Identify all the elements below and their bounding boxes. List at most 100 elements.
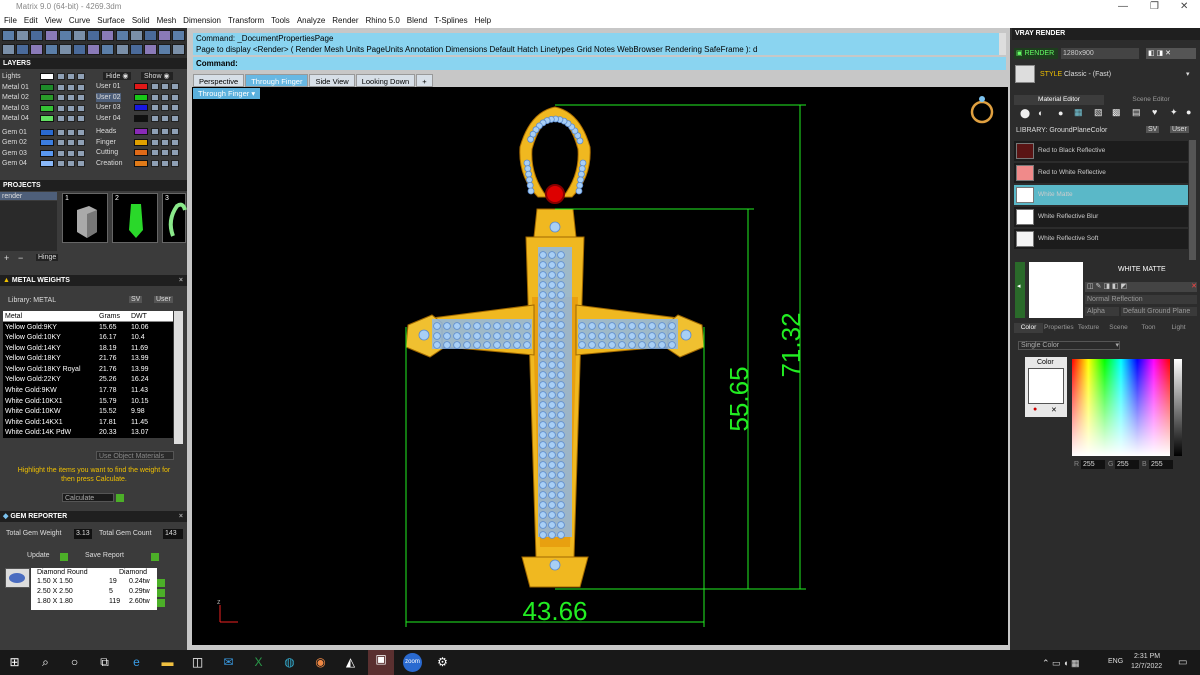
lock-icon[interactable] [57,115,65,122]
bulb-icon[interactable] [77,104,85,112]
material-subtab[interactable]: Texture [1074,323,1103,333]
search-icon[interactable]: ⌕ [36,653,55,672]
tile-icon[interactable]: ▩ [1112,107,1121,118]
material-subtab[interactable]: Scene [1104,323,1133,333]
material-list-scrollbar[interactable] [1189,140,1196,260]
use-object-materials-checkbox[interactable]: Use Object Materials [96,451,174,460]
toolbar-icon[interactable] [172,30,186,41]
material-item[interactable]: White Reflective Blur [1014,207,1188,227]
material-subtab[interactable]: Color [1014,323,1043,333]
bulb-icon[interactable] [171,159,179,167]
clock-time[interactable]: 2:31 PM [1134,653,1160,660]
layer-color-swatch[interactable] [134,128,148,135]
layer-color-swatch[interactable] [134,93,148,101]
layer-name[interactable]: User 01 [96,82,121,91]
layer-name[interactable]: Finger [96,138,116,147]
layer-color-swatch[interactable] [134,104,148,111]
table-row[interactable]: Yellow Gold:18KY 21.76 13.99 [3,353,173,364]
user-button[interactable]: User [154,296,173,303]
layer-name[interactable]: Lights [2,72,21,81]
show-button[interactable]: Show ◉ [141,72,173,80]
toolbar-icon[interactable] [101,44,115,55]
material-item[interactable]: Red to Black Reflective [1014,141,1188,161]
lock-icon[interactable] [57,94,65,101]
drop-outline-icon[interactable]: ◐ [1038,108,1043,118]
gem-row-go-icon[interactable] [157,589,165,597]
bulb-icon[interactable] [171,83,179,90]
material-subtab[interactable]: Toon [1134,323,1163,333]
lock-icon[interactable] [57,128,65,136]
project-thumb-1[interactable]: 1 [62,193,108,243]
rgb-input[interactable]: 255 [1081,460,1105,469]
maximize-icon[interactable]: ❐ [1150,0,1159,14]
skype-icon[interactable]: ◍ [280,653,299,672]
menu-item[interactable]: Help [475,14,491,28]
mail-icon[interactable]: ✉ [219,653,238,672]
bulb-icon[interactable] [77,128,85,136]
menu-item[interactable]: Edit [24,14,38,28]
render-tools-icon[interactable]: ◧ ◨ ✕ [1146,48,1196,59]
viewport-tab[interactable]: Perspective [193,74,245,87]
viewport-tab[interactable]: Through Finger [245,74,309,87]
panel-close-icon[interactable]: × [179,275,183,286]
toolbar-icon[interactable] [44,30,58,41]
remove-project-icon[interactable]: − [18,253,23,263]
system-tray-icons[interactable]: ⌃ ▭ ◖ ▦ [1042,658,1080,669]
table-row[interactable]: White Gold:9KW 17.78 11.43 [3,385,173,396]
toolbar-icon[interactable] [30,44,44,55]
menu-item[interactable]: Transform [228,14,264,28]
viewport-tab[interactable]: Looking Down [355,74,416,87]
color-picker-field[interactable] [1072,359,1170,456]
language-indicator[interactable]: ENG [1108,658,1123,665]
style-dropdown-icon[interactable]: ▾ [1186,70,1190,78]
layer-name[interactable]: Gem 03 [2,149,27,158]
menu-item[interactable]: Blend [407,14,427,28]
store-icon[interactable]: ◫ [188,653,207,672]
layer-name[interactable]: Gem 01 [2,128,27,137]
command-input[interactable]: Command: [193,57,1006,70]
color-mode-select[interactable]: Single Color ▾ [1018,341,1120,350]
menu-item[interactable]: File [4,14,17,28]
hinge-button[interactable]: Hinge [36,254,59,261]
table-row[interactable]: Yellow Gold:18KY Royal 21.76 13.99 [3,363,173,375]
excel-icon[interactable]: X [249,653,268,672]
bulb-icon[interactable] [77,94,85,101]
table-row[interactable]: White Gold:10KX1 15.79 10.15 [3,395,173,407]
layer-name[interactable]: Gem 04 [2,159,27,168]
edge-icon[interactable]: e [127,653,146,672]
bulb-icon[interactable] [77,139,85,146]
gem-row-go-icon[interactable] [157,599,165,607]
layer-color-swatch[interactable] [134,114,148,122]
toolbar-icon[interactable] [158,44,172,55]
eye-icon[interactable] [67,160,75,167]
material-grid-icon[interactable]: ▦ [1074,107,1083,118]
calculate-go-icon[interactable] [116,494,124,502]
toolbar-icon[interactable] [101,30,115,41]
heart-icon[interactable]: ♥ [1152,107,1157,117]
layer-color-swatch[interactable] [134,83,148,90]
eye-icon[interactable] [161,83,169,90]
tab-scene-editor[interactable]: Scene Editor [1106,95,1196,105]
layer-name[interactable]: Metal 02 [2,93,29,102]
eyedropper-icon[interactable]: ● [1033,406,1037,413]
bulb-icon[interactable] [171,149,179,156]
eye-icon[interactable] [161,138,169,146]
menu-item[interactable]: View [45,14,62,28]
material-item[interactable]: White Reflective Soft [1014,229,1188,249]
lock-icon[interactable] [151,159,159,167]
notification-icon[interactable]: ▭ [1178,657,1187,668]
lock-icon[interactable] [151,83,159,90]
layer-name[interactable]: Creation [96,159,122,168]
toolbar-icon[interactable] [87,30,101,41]
layer-name[interactable]: Cutting [96,148,118,157]
eye-icon[interactable] [161,159,169,167]
toolbar-icon[interactable] [30,30,44,41]
toolbar-icon[interactable] [16,44,30,55]
drop-icon[interactable]: ⬤ [1020,108,1030,119]
toolbar-icon[interactable] [2,44,15,55]
eye-icon[interactable] [161,128,169,135]
menu-item[interactable]: Analyze [297,14,325,28]
toolbar-icon[interactable] [115,44,129,55]
eye-icon[interactable] [67,149,75,157]
lock-icon[interactable] [151,93,159,101]
